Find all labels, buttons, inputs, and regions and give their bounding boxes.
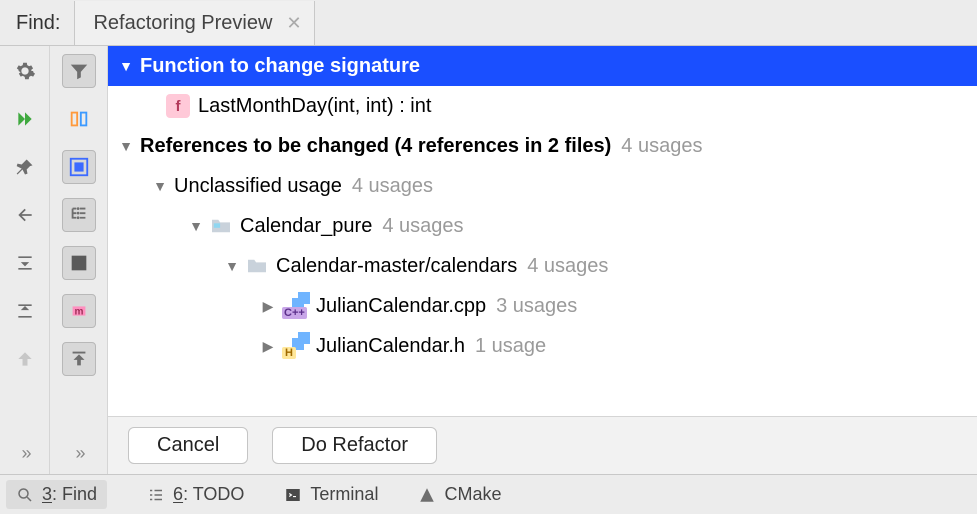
function-icon: f bbox=[166, 94, 190, 118]
bottom-toolbar: 3: Find 6: TODO Terminal CMake bbox=[0, 474, 977, 514]
project-row[interactable]: ▼ Calendar_pure 4 usages bbox=[108, 206, 977, 246]
filter-button[interactable] bbox=[62, 54, 96, 88]
refactoring-preview-tab[interactable]: Refactoring Preview ✕ bbox=[74, 1, 314, 45]
file-name: JulianCalendar.cpp bbox=[316, 295, 486, 318]
tool-window-cmake[interactable]: CMake bbox=[418, 484, 501, 505]
back-button[interactable] bbox=[8, 198, 42, 232]
chevron-right-icon: ▶ bbox=[258, 298, 278, 315]
unclassified-row[interactable]: ▼ Unclassified usage 4 usages bbox=[108, 166, 977, 206]
tree-mode-button[interactable] bbox=[62, 198, 96, 232]
do-refactor-button[interactable]: Do Refactor bbox=[272, 427, 437, 464]
folder-icon bbox=[210, 217, 232, 235]
more-icon[interactable]: » bbox=[21, 443, 27, 464]
tool-window-terminal[interactable]: Terminal bbox=[284, 484, 378, 505]
folder-row[interactable]: ▼ Calendar-master/calendars 4 usages bbox=[108, 246, 977, 286]
folder-name: Calendar-master/calendars bbox=[276, 255, 517, 278]
chevron-down-icon: ▼ bbox=[186, 218, 206, 234]
up-button[interactable] bbox=[8, 342, 42, 376]
h-file-icon: H bbox=[282, 335, 310, 357]
chevron-down-icon: ▼ bbox=[222, 258, 242, 274]
find-label: : Find bbox=[52, 484, 97, 504]
svg-text:m: m bbox=[74, 307, 83, 318]
signature-root-row[interactable]: ▼ Function to change signature bbox=[108, 46, 977, 86]
todo-hotkey: 6 bbox=[173, 484, 183, 504]
flatten-button[interactable] bbox=[62, 246, 96, 280]
chevron-down-icon: ▼ bbox=[116, 58, 136, 74]
cancel-button[interactable]: Cancel bbox=[128, 427, 248, 464]
references-heading: References to be changed (4 references i… bbox=[140, 135, 611, 158]
folder-count: 4 usages bbox=[527, 255, 608, 278]
folder-icon bbox=[246, 257, 268, 275]
rerun-button[interactable] bbox=[8, 102, 42, 136]
todo-label: : TODO bbox=[183, 484, 244, 504]
left-toolbar-2: m » bbox=[50, 46, 108, 474]
collapse-all-button[interactable] bbox=[8, 294, 42, 328]
chevron-right-icon: ▶ bbox=[258, 338, 278, 355]
group-button[interactable] bbox=[62, 150, 96, 184]
root-title: Function to change signature bbox=[140, 55, 420, 78]
left-toolbar-1: » bbox=[0, 46, 50, 474]
file-name: JulianCalendar.h bbox=[316, 335, 465, 358]
cpp-file-icon: C++ bbox=[282, 295, 310, 317]
button-bar: Cancel Do Refactor bbox=[108, 416, 977, 474]
refactoring-tree[interactable]: ▼ Function to change signature f LastMon… bbox=[108, 46, 977, 416]
find-tool-label: Find: bbox=[0, 12, 74, 45]
export-button[interactable] bbox=[62, 342, 96, 376]
method-grouping-button[interactable]: m bbox=[62, 294, 96, 328]
file-cpp-row[interactable]: ▶ C++ JulianCalendar.cpp 3 usages bbox=[108, 286, 977, 326]
project-name: Calendar_pure bbox=[240, 215, 372, 238]
file-count: 1 usage bbox=[475, 335, 546, 358]
tab-title: Refactoring Preview bbox=[93, 12, 272, 35]
tool-window-header: Find: Refactoring Preview ✕ bbox=[0, 0, 977, 46]
references-heading-row[interactable]: ▼ References to be changed (4 references… bbox=[108, 126, 977, 166]
settings-button[interactable] bbox=[8, 54, 42, 88]
find-hotkey: 3 bbox=[42, 484, 52, 504]
terminal-label: Terminal bbox=[310, 484, 378, 505]
more-icon-2[interactable]: » bbox=[75, 443, 81, 464]
chevron-down-icon: ▼ bbox=[116, 138, 136, 154]
pin-button[interactable] bbox=[8, 150, 42, 184]
unclassified-count: 4 usages bbox=[352, 175, 433, 198]
content-panel: ▼ Function to change signature f LastMon… bbox=[108, 46, 977, 474]
unclassified-label: Unclassified usage bbox=[174, 175, 342, 198]
cmake-label: CMake bbox=[444, 484, 501, 505]
project-count: 4 usages bbox=[382, 215, 463, 238]
tool-window-find[interactable]: 3: Find bbox=[6, 480, 107, 509]
close-icon[interactable]: ✕ bbox=[286, 13, 301, 34]
function-signature: LastMonthDay(int, int) : int bbox=[198, 95, 431, 118]
tool-window-todo[interactable]: 6: TODO bbox=[147, 484, 244, 505]
file-count: 3 usages bbox=[496, 295, 577, 318]
main-area: » m » ▼ Function to change si bbox=[0, 46, 977, 474]
expand-all-button[interactable] bbox=[8, 246, 42, 280]
chevron-down-icon: ▼ bbox=[150, 178, 170, 194]
signature-row[interactable]: f LastMonthDay(int, int) : int bbox=[108, 86, 977, 126]
preview-button[interactable] bbox=[62, 102, 96, 136]
references-count: 4 usages bbox=[621, 135, 702, 158]
file-h-row[interactable]: ▶ H JulianCalendar.h 1 usage bbox=[108, 326, 977, 366]
